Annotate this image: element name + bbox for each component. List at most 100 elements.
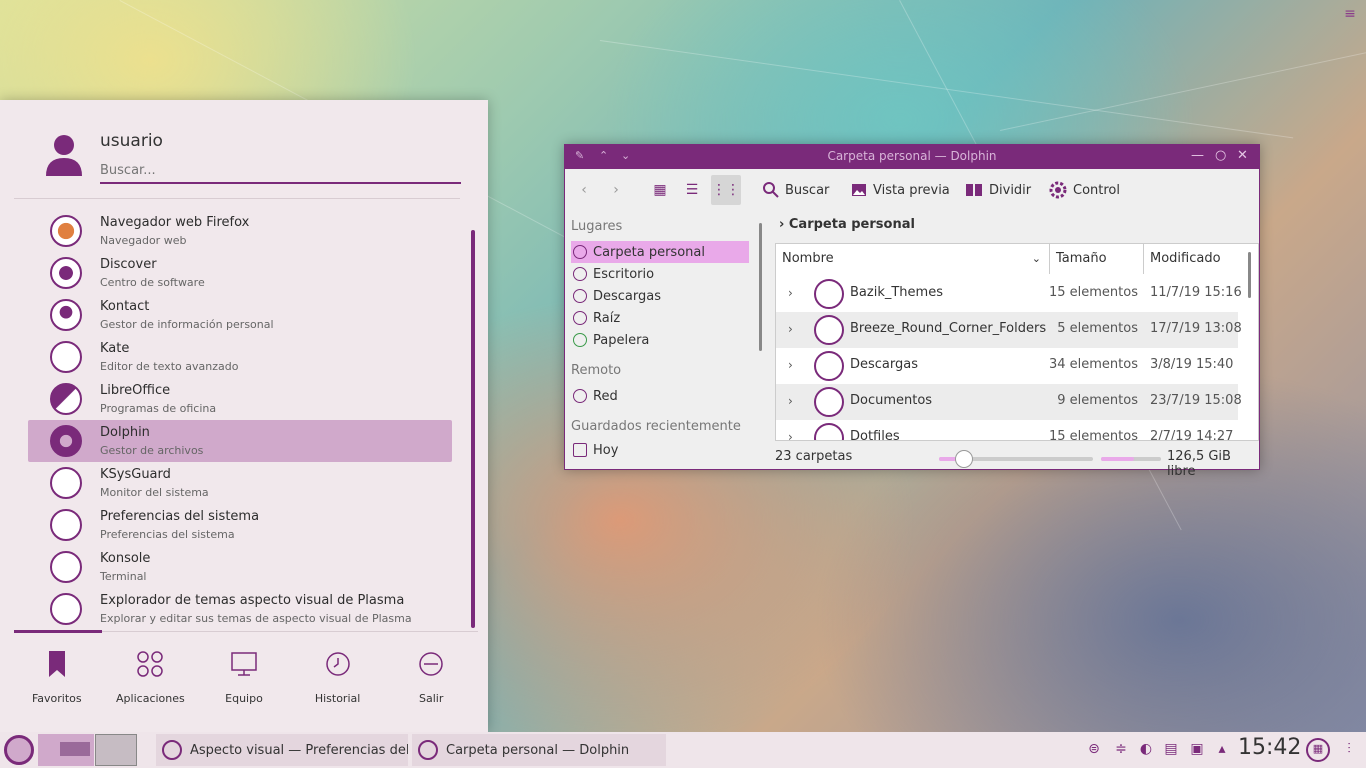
app-description: Preferencias del sistema [100,528,235,541]
place-today[interactable]: Hoy [571,441,749,459]
back-button[interactable]: ‹ [569,175,599,205]
table-row[interactable]: › Documentos 9 elementos 23/7/19 15:08 [776,384,1242,420]
app-system-settings[interactable]: Preferencias del sistema Preferencias de… [28,504,452,546]
app-name: Discover [100,257,157,272]
app-name: Explorador de temas aspecto visual de Pl… [100,593,405,608]
file-table: Nombre ⌄ Tamaño Modificado › Bazik_Themes… [775,243,1259,441]
app-firefox[interactable]: Navegador web Firefox Navegador web [28,210,452,252]
documents-folder-icon [814,387,844,417]
breadcrumb[interactable]: › Carpeta personal [779,217,915,232]
panel-settings-icon[interactable]: ⫶ [1340,740,1358,758]
tab-favoritos[interactable]: Favoritos [10,646,104,705]
file-date: 23/7/19 15:08 [1150,393,1242,408]
expand-icon[interactable]: › [788,322,793,336]
theme-explorer-icon [50,593,82,625]
clock[interactable]: 15:42 [1238,735,1301,760]
control-button[interactable]: Control [1049,177,1120,203]
app-name: LibreOffice [100,383,171,398]
tab-historial[interactable]: Historial [291,646,385,705]
place-home[interactable]: Carpeta personal [571,241,749,263]
tab-salir[interactable]: Salir [384,646,478,705]
zoom-slider[interactable] [939,450,1093,468]
close-icon[interactable]: ✕ [1237,148,1248,163]
column-label: Modificado [1150,251,1221,266]
active-tab-indicator [14,630,102,633]
show-desktop-icon[interactable]: ▦ [1306,738,1330,762]
desktop-menu-icon[interactable]: ≡ [1342,6,1358,22]
app-libreoffice[interactable]: LibreOffice Programas de oficina [28,378,452,420]
app-theme-explorer[interactable]: Explorador de temas aspecto visual de Pl… [28,588,452,630]
table-row[interactable]: › Dotfiles 15 elementos 2/7/19 14:27 [776,420,1238,441]
breadcrumb-item[interactable]: Carpeta personal [789,217,915,232]
place-root[interactable]: Raíz [571,307,749,329]
expand-icon[interactable]: › [788,430,793,440]
expand-icon[interactable]: › [788,286,793,300]
disk-usage-fill [1101,457,1134,461]
tab-aplicaciones[interactable]: Aplicaciones [104,646,198,705]
root-icon [573,311,587,325]
file-size: 15 elementos [1048,429,1138,441]
table-row[interactable]: › Breeze_Round_Corner_Folders 5 elemento… [776,312,1242,348]
expand-tray-icon[interactable]: ▴ [1213,740,1231,758]
search-button[interactable]: Buscar [763,177,829,203]
expand-icon[interactable]: › [788,394,793,408]
expand-icon[interactable]: › [788,358,793,372]
pager-window [60,742,90,756]
launcher-button[interactable] [4,735,34,765]
task-system-settings[interactable]: Aspecto visual — Preferencias del... [156,734,408,766]
places-panel: Lugares Carpeta personal Escritorio Desc… [565,215,755,445]
network-icon [573,389,587,403]
app-name: Kontact [100,299,150,314]
table-row[interactable]: › Bazik_Themes 15 elementos 11/7/19 15:1… [776,276,1242,312]
app-dolphin[interactable]: Dolphin Gestor de archivos [28,420,452,462]
brightness-tray-icon[interactable]: ◐ [1137,740,1155,758]
minimize-icon[interactable]: — [1191,148,1204,163]
forward-button[interactable]: › [601,175,631,205]
app-discover[interactable]: Discover Centro de software [28,252,452,294]
pager-desktop-1[interactable] [38,734,94,766]
disk-usage-bar [1101,457,1161,461]
compact-view-button[interactable]: ☰ [677,175,707,205]
file-name: Breeze_Round_Corner_Folders [850,321,1047,336]
tab-equipo[interactable]: Equipo [197,646,291,705]
task-dolphin[interactable]: Carpeta personal — Dolphin [412,734,666,766]
zoom-handle[interactable] [954,450,973,468]
window-titlebar[interactable]: ✎ ⌃ ⌄ Carpeta personal — Dolphin — ○ ✕ [565,145,1259,169]
preview-label: Vista previa [873,182,950,198]
maximize-icon[interactable]: ○ [1215,148,1226,163]
pager-desktop-2[interactable] [95,734,137,766]
app-kate[interactable]: Kate Editor de texto avanzado [28,336,452,378]
app-description: Centro de software [100,276,205,289]
split-button[interactable]: Dividir [965,177,1031,203]
details-view-button[interactable]: ⋮⋮ [711,175,741,205]
lock-tray-icon[interactable]: ▣ [1188,740,1206,758]
network-tray-icon[interactable]: ⊜ [1085,740,1103,758]
search-input[interactable] [100,158,461,184]
user-avatar-icon[interactable] [44,134,84,176]
file-size: 9 elementos [1057,393,1138,408]
table-row[interactable]: › Descargas 34 elementos 3/8/19 15:40 [776,348,1238,384]
home-icon [573,245,587,259]
clipboard-tray-icon[interactable]: ▤ [1162,740,1180,758]
places-scrollbar[interactable] [759,223,762,351]
icons-view-button[interactable]: ▦ [645,175,675,205]
column-name[interactable]: Nombre ⌄ [776,244,1050,274]
column-size[interactable]: Tamaño [1050,244,1144,274]
place-downloads[interactable]: Descargas [571,285,749,307]
place-desktop[interactable]: Escritorio [571,263,749,285]
computer-icon [231,652,257,676]
app-ksysguard[interactable]: KSysGuard Monitor del sistema [28,462,452,504]
app-kontact[interactable]: Kontact Gestor de información personal [28,294,452,336]
preview-button[interactable]: Vista previa [851,177,950,203]
table-scrollbar[interactable] [1248,252,1251,298]
place-network[interactable]: Red [571,385,749,407]
app-konsole[interactable]: Konsole Terminal [28,546,452,588]
place-trash[interactable]: Papelera [571,329,749,351]
column-modified[interactable]: Modificado [1144,244,1240,274]
item-count: 23 carpetas [775,449,853,464]
ksysguard-icon [50,467,82,499]
launcher-scrollbar[interactable] [471,230,475,628]
places-heading: Lugares [571,219,623,234]
wifi-tray-icon[interactable]: ≑ [1112,740,1130,758]
app-description: Editor de texto avanzado [100,360,239,373]
